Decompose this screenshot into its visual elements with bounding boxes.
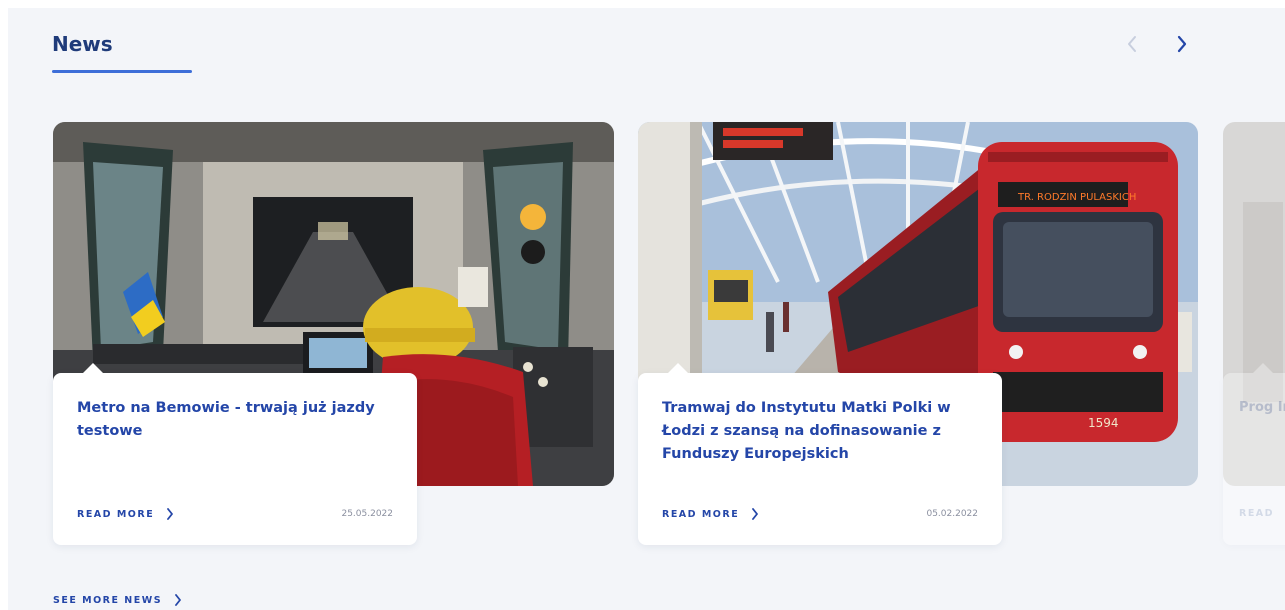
see-more-label: SEE MORE NEWS <box>53 594 163 606</box>
title-underline <box>52 70 192 73</box>
card-notch <box>668 363 688 373</box>
card-date: 05.02.2022 <box>926 509 978 519</box>
carousel-prev-button[interactable] <box>1122 34 1142 54</box>
chevron-right-icon <box>167 508 174 520</box>
read-more-label: READ MORE <box>77 508 155 520</box>
tram-display-text: TR. RODZIN PULASKICH <box>1017 192 1136 203</box>
section-title: News <box>52 32 113 56</box>
chevron-right-icon <box>1177 35 1187 53</box>
read-more-link[interactable]: READ MORE <box>77 508 174 520</box>
tram-number-text: 1594 <box>1088 416 1119 430</box>
card-notch <box>1253 363 1273 373</box>
news-card-partial: Prog Infr 2014 READ <box>1223 363 1285 545</box>
chevron-right-icon <box>752 508 759 520</box>
read-more-label: READ <box>1239 508 1275 519</box>
card-notch <box>83 363 103 373</box>
chevron-left-icon <box>1128 36 1136 52</box>
read-more-label: READ MORE <box>662 508 740 520</box>
news-card: Metro na Bemowie - trwają już jazdy test… <box>53 363 417 545</box>
carousel-next-button[interactable] <box>1172 34 1192 54</box>
card-date: 25.05.2022 <box>341 509 393 519</box>
card-title[interactable]: Metro na Bemowie - trwają już jazdy test… <box>77 397 393 443</box>
news-card: Tramwaj do Instytutu Matki Polki w Łodzi… <box>638 363 1002 545</box>
see-more-news-link[interactable]: SEE MORE NEWS <box>53 594 182 606</box>
card-title[interactable]: Tramwaj do Instytutu Matki Polki w Łodzi… <box>662 397 978 466</box>
read-more-link[interactable]: READ <box>1239 508 1274 519</box>
card-title[interactable]: Prog Infr 2014 <box>1239 397 1285 418</box>
read-more-link[interactable]: READ MORE <box>662 508 759 520</box>
chevron-right-icon <box>175 594 181 606</box>
